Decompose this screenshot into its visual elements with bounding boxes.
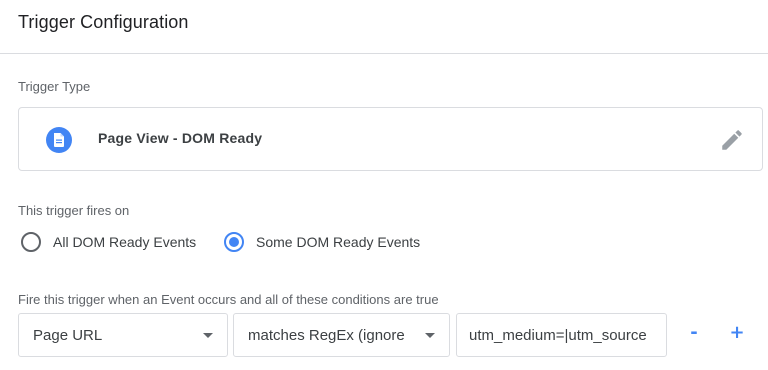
- header: Trigger Configuration: [0, 0, 768, 54]
- chevron-down-icon: [425, 333, 435, 338]
- pencil-icon[interactable]: [719, 127, 745, 153]
- variable-select[interactable]: Page URL: [18, 313, 228, 357]
- condition-label: Fire this trigger when an Event occurs a…: [18, 292, 439, 307]
- radio-all-dom-ready-events[interactable]: All DOM Ready Events: [21, 231, 211, 257]
- fires-on-label: This trigger fires on: [18, 203, 130, 218]
- variable-select-value: Page URL: [33, 327, 103, 344]
- add-condition-button[interactable]: +: [725, 322, 749, 346]
- operator-select[interactable]: matches RegEx (ignore: [233, 313, 450, 357]
- radio-some-dom-ready-events[interactable]: Some DOM Ready Events: [224, 231, 434, 257]
- radio-button-unchecked[interactable]: [21, 232, 41, 252]
- trigger-type-name: Page View - DOM Ready: [98, 130, 263, 146]
- condition-value-input[interactable]: [456, 313, 667, 357]
- operator-select-value: matches RegEx (ignore: [248, 327, 405, 344]
- radio-label: Some DOM Ready Events: [256, 234, 421, 250]
- radio-label: All DOM Ready Events: [53, 234, 197, 250]
- chevron-down-icon: [203, 333, 213, 338]
- remove-condition-button[interactable]: -: [682, 322, 706, 346]
- trigger-type-card[interactable]: Page View - DOM Ready: [18, 107, 763, 171]
- trigger-type-label: Trigger Type: [18, 79, 91, 94]
- radio-button-checked[interactable]: [224, 232, 244, 252]
- page-document-icon: [46, 127, 72, 153]
- page-title: Trigger Configuration: [18, 12, 189, 32]
